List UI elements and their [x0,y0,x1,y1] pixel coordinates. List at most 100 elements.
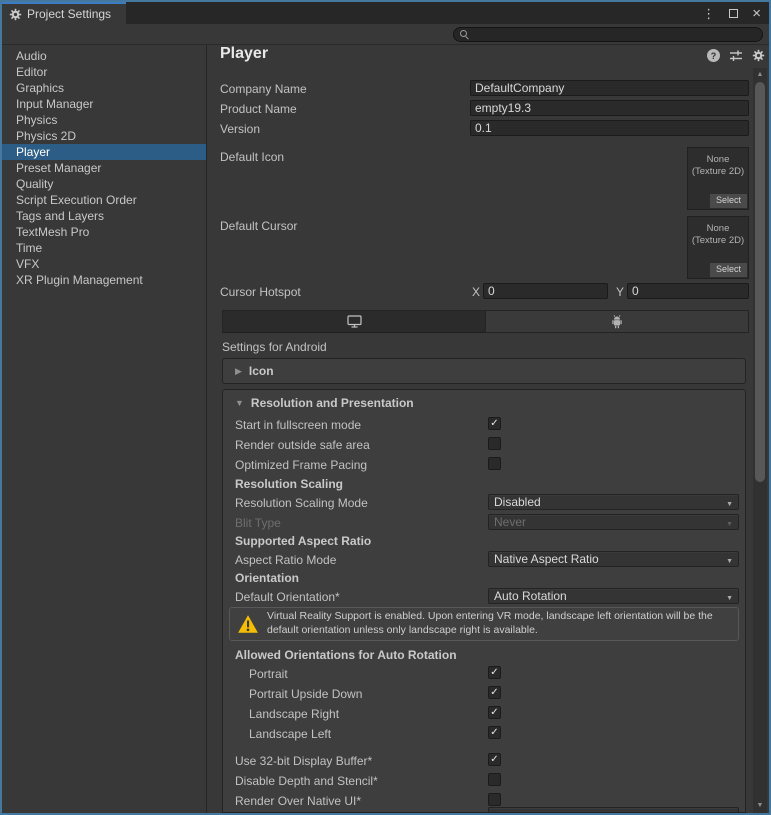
default-icon-object-picker[interactable]: None (Texture 2D) Select [687,147,749,210]
page-title: Player [220,45,268,63]
monitor-icon [346,314,363,329]
blit-type-label: Blit Type [235,515,281,531]
icon-section-title: Icon [249,364,274,378]
sidebar-item-textmesh-pro[interactable]: TextMesh Pro [2,224,206,240]
scaling-mode-dropdown[interactable]: Disabled ▼ [488,494,739,510]
tab-android-platform[interactable] [486,310,749,333]
default-cursor-object-picker[interactable]: None (Texture 2D) Select [687,216,749,279]
default-icon-label: Default Icon [220,149,284,165]
sidebar-item-script-execution-order[interactable]: Script Execution Order [2,192,206,208]
default-orientation-dropdown[interactable]: Auto Rotation ▼ [488,588,739,604]
sidebar-item-time[interactable]: Time [2,240,206,256]
help-icon[interactable]: ? [707,49,720,62]
sidebar-item-player[interactable]: Player [2,144,206,160]
scroll-up-icon[interactable]: ▲ [753,69,767,81]
resolution-section-header[interactable]: ▼ Resolution and Presentation [223,394,745,412]
tab-project-settings[interactable]: Project Settings [2,2,126,24]
sidebar-item-xr-plugin-management[interactable]: XR Plugin Management [2,272,206,288]
settings-gear-icon[interactable] [752,49,765,62]
sidebar-item-audio[interactable]: Audio [2,48,206,64]
fullscreen-label: Start in fullscreen mode [235,417,361,433]
product-name-field[interactable]: empty19.3 [470,100,749,116]
native-ui-label: Render Over Native UI* [235,793,361,809]
depth-stencil-label: Disable Depth and Stencil* [235,773,378,789]
default-icon-type: (Texture 2D) [688,166,748,178]
depth-stencil-checkbox[interactable] [488,773,501,786]
sidebar-item-editor[interactable]: Editor [2,64,206,80]
dropdown-arrow-icon: ▼ [726,518,733,530]
kebab-menu-icon[interactable]: ⋮ [702,7,715,20]
scroll-down-icon[interactable]: ▼ [753,800,767,812]
header-icons: ? [707,49,765,62]
aspect-ratio-mode-label: Aspect Ratio Mode [235,552,336,568]
cursor-hotspot-y-field[interactable]: 0 [627,283,749,299]
sidebar-item-quality[interactable]: Quality [2,176,206,192]
sidebar-item-tags-and-layers[interactable]: Tags and Layers [2,208,206,224]
default-orientation-label: Default Orientation* [235,589,340,605]
settings-for-platform-label: Settings for Android [222,339,327,355]
project-settings-window: Project Settings ⋮ × Audio Editor Graphi… [0,0,771,815]
clipped-next-control [488,807,739,813]
blit-type-dropdown: Never ▼ [488,514,739,530]
default-icon-none: None [688,154,748,166]
icon-section: ▶ Icon [222,358,746,384]
fullscreen-checkbox[interactable] [488,417,501,430]
tab-title: Project Settings [27,7,111,21]
company-name-field[interactable]: DefaultCompany [470,80,749,96]
default-cursor-select-button[interactable]: Select [710,263,747,277]
default-cursor-type: (Texture 2D) [688,235,748,247]
landscape-right-checkbox[interactable] [488,706,501,719]
product-name-label: Product Name [220,101,297,117]
version-field[interactable]: 0.1 [470,120,749,136]
display-buffer-checkbox[interactable] [488,753,501,766]
aspect-ratio-mode-dropdown[interactable]: Native Aspect Ratio ▼ [488,551,739,567]
sidebar-item-preset-manager[interactable]: Preset Manager [2,160,206,176]
landscape-left-label: Landscape Left [249,726,331,742]
native-ui-checkbox[interactable] [488,793,501,806]
orientation-header: Orientation [235,570,299,586]
platform-tab-bar [222,310,749,333]
cursor-hotspot-y-label: Y [616,284,624,300]
close-icon[interactable]: × [752,6,761,21]
vr-warning-text: Virtual Reality Support is enabled. Upon… [267,610,730,637]
allowed-orientations-header: Allowed Orientations for Auto Rotation [235,647,457,663]
search-input[interactable] [453,27,763,42]
portrait-checkbox[interactable] [488,666,501,679]
frame-pacing-label: Optimized Frame Pacing [235,457,367,473]
android-icon [610,314,624,329]
supported-aspect-ratio-header: Supported Aspect Ratio [235,533,371,549]
dropdown-arrow-icon: ▼ [726,592,733,604]
sidebar-item-physics[interactable]: Physics [2,112,206,128]
window-controls: ⋮ × [702,2,761,24]
sidebar-item-input-manager[interactable]: Input Manager [2,96,206,112]
preset-icon[interactable] [729,49,743,62]
resolution-and-presentation-section: ▼ Resolution and Presentation Start in f… [222,389,746,813]
gear-icon [9,8,22,21]
vr-warning-box: Virtual Reality Support is enabled. Upon… [229,607,739,641]
display-buffer-label: Use 32-bit Display Buffer* [235,753,372,769]
version-label: Version [220,121,260,137]
portrait-upside-down-checkbox[interactable] [488,686,501,699]
resolution-scaling-header: Resolution Scaling [235,476,343,492]
default-cursor-label: Default Cursor [220,218,297,234]
landscape-left-checkbox[interactable] [488,726,501,739]
cursor-hotspot-x-field[interactable]: 0 [483,283,608,299]
scrollbar-thumb[interactable] [755,82,765,482]
tab-standalone-platform[interactable] [222,310,486,333]
sidebar-item-graphics[interactable]: Graphics [2,80,206,96]
default-icon-select-button[interactable]: Select [710,194,747,208]
landscape-right-label: Landscape Right [249,706,339,722]
sidebar-item-vfx[interactable]: VFX [2,256,206,272]
search-icon [460,30,469,39]
default-cursor-none: None [688,223,748,235]
sidebar-item-physics-2d[interactable]: Physics 2D [2,128,206,144]
vertical-scrollbar[interactable]: ▲ ▼ [753,68,767,813]
safe-area-checkbox[interactable] [488,437,501,450]
icon-section-header[interactable]: ▶ Icon [223,359,745,383]
frame-pacing-checkbox[interactable] [488,457,501,470]
warning-icon [237,614,259,634]
scaling-mode-label: Resolution Scaling Mode [235,495,368,511]
maximize-icon[interactable] [729,9,738,18]
cursor-hotspot-x-label: X [472,284,480,300]
chevron-right-icon: ▶ [235,366,242,377]
